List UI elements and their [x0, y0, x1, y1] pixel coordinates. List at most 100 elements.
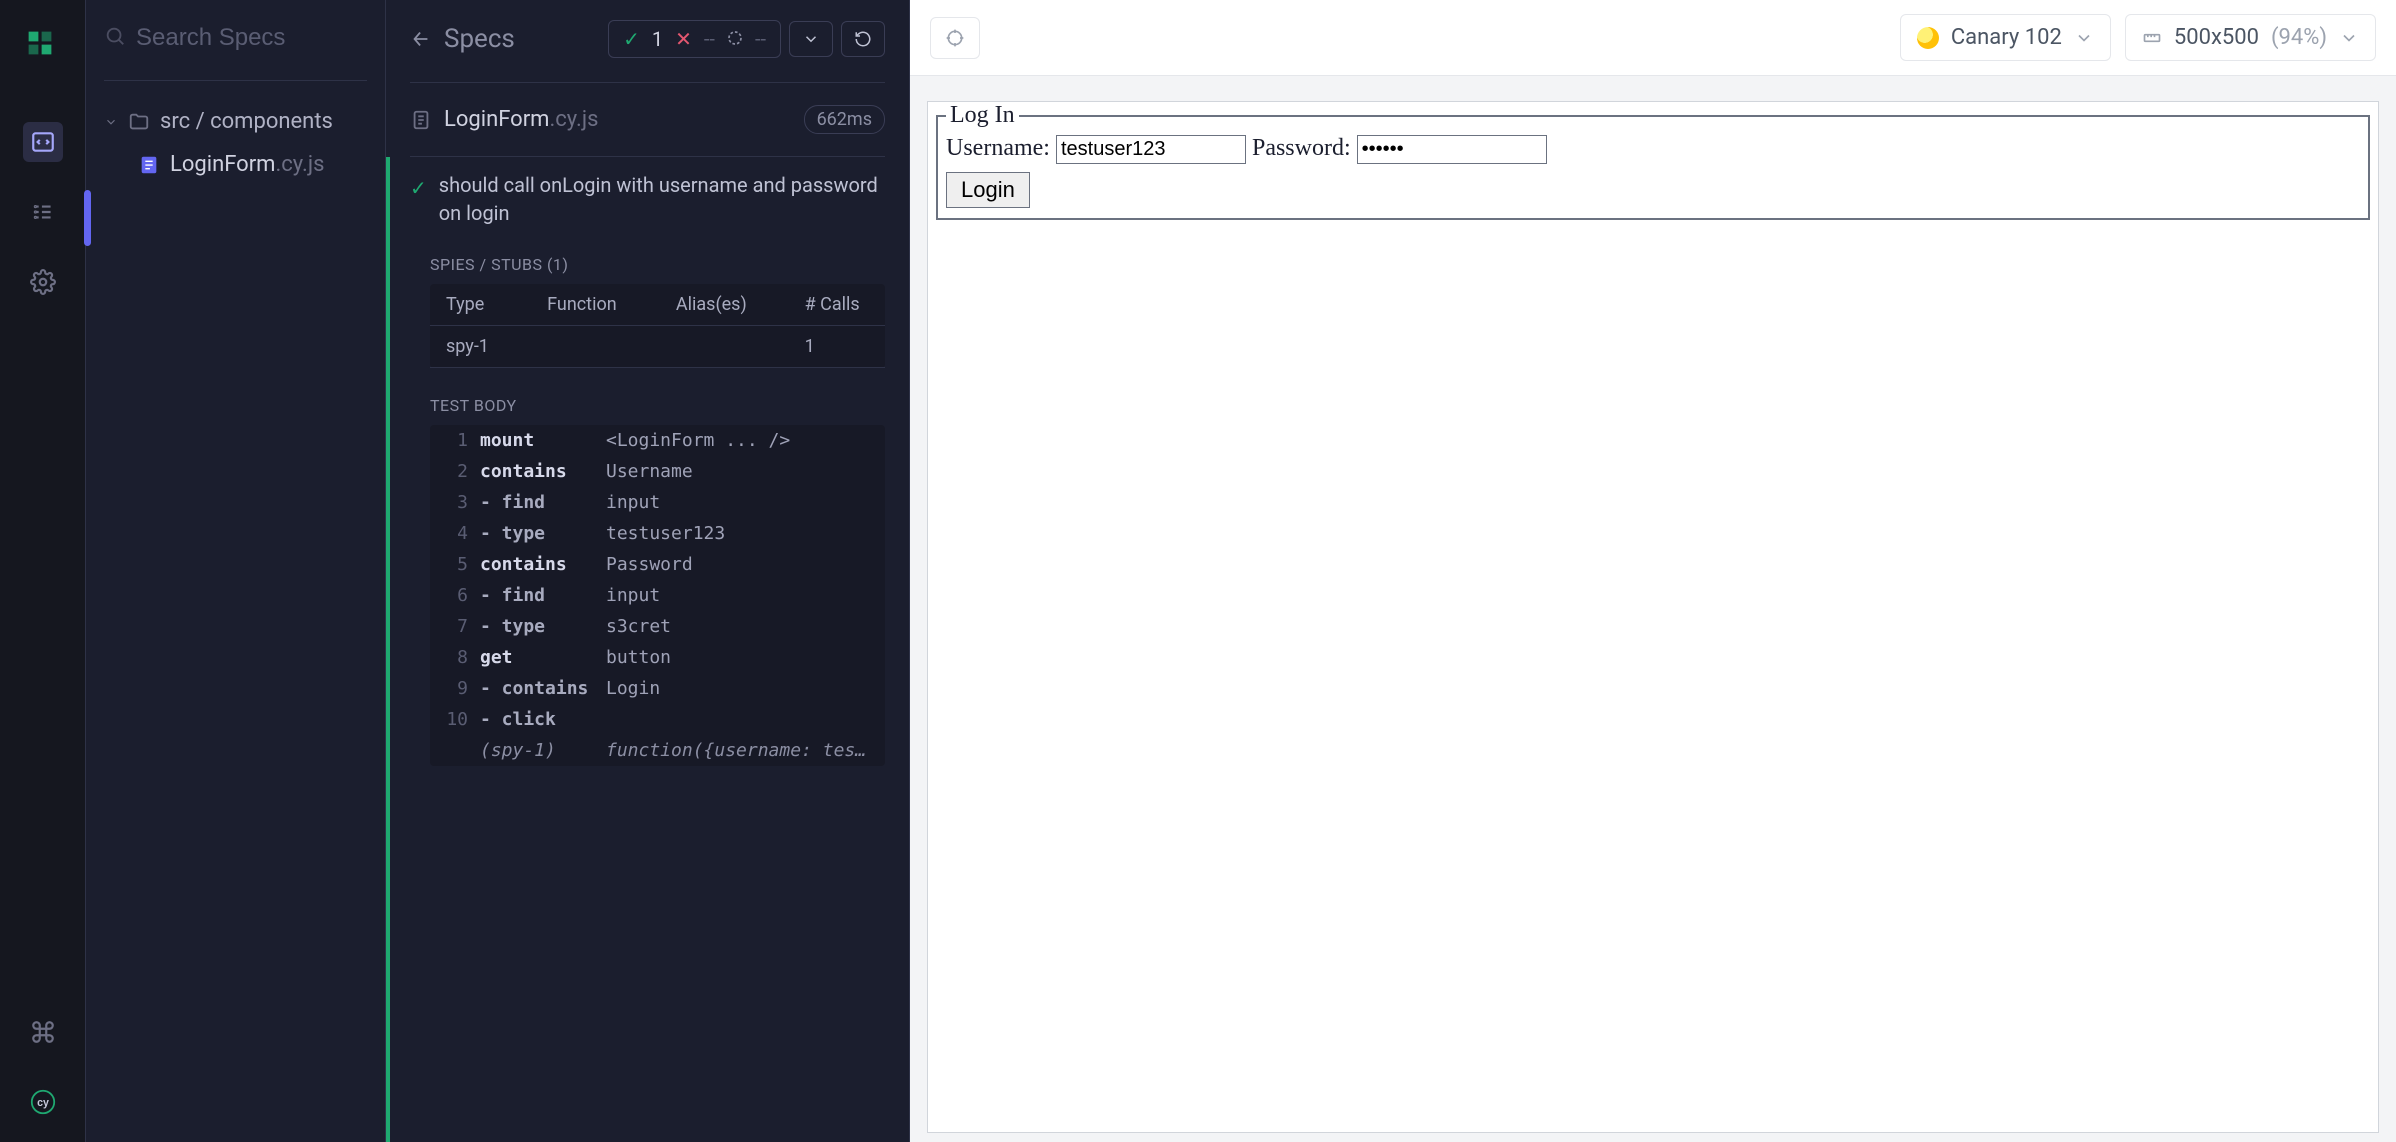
svg-text:cy: cy — [37, 1097, 49, 1109]
cmd-name: contains — [480, 554, 600, 575]
test-title-row[interactable]: ✓ should call onLogin with username and … — [410, 157, 885, 241]
spec-title: LoginForm.cy.js — [410, 107, 598, 132]
login-fieldset: Log In Username: Password: Login — [936, 102, 2370, 220]
password-input[interactable] — [1357, 135, 1547, 164]
cmd-name: - type — [480, 616, 600, 637]
cmd-name: get — [480, 647, 600, 668]
command-row[interactable]: 6 - find input — [430, 580, 885, 611]
cmd-number: 7 — [440, 616, 474, 637]
command-row[interactable]: (spy-1) function({username: testuser123… — [430, 735, 885, 766]
cmd-arg: Password — [606, 554, 875, 575]
cmd-arg: s3cret — [606, 616, 875, 637]
duration-badge: 662ms — [804, 105, 885, 134]
command-row[interactable]: 9- containsLogin — [430, 673, 885, 704]
nav-runs[interactable] — [23, 192, 63, 232]
cmd-arg: button — [606, 647, 875, 668]
passed-count: 1 — [652, 27, 663, 51]
test-title: should call onLogin with username and pa… — [439, 171, 885, 227]
browser-selector[interactable]: Canary 102 — [1900, 14, 2111, 61]
scale-label: (94%) — [2271, 25, 2327, 50]
pending-count: -- — [755, 27, 766, 51]
cmd-number: 3 — [440, 492, 474, 513]
command-row[interactable]: 7 - type s3cret — [430, 611, 885, 642]
cmd-number: 10 — [440, 709, 474, 730]
selector-playground-button[interactable] — [930, 17, 980, 59]
cmd-name: - find — [480, 492, 600, 513]
th-func: Function — [547, 294, 676, 315]
table-row[interactable]: spy-11 — [430, 326, 885, 368]
cmd-arg: function({username: testuser123… — [606, 740, 875, 761]
specs-breadcrumb[interactable]: Specs — [410, 24, 515, 54]
spec-list-panel: src / components LoginForm.cy.js — [86, 0, 386, 1142]
cmd-name: - find — [480, 585, 600, 606]
cell-func — [547, 336, 676, 357]
search-icon — [104, 25, 126, 51]
cmd-arg: Login — [606, 678, 875, 699]
spies-section-label: SPIES / STUBS (1) — [410, 241, 885, 284]
cmd-name: (spy-1) — [480, 740, 600, 761]
cmd-name: - type — [480, 523, 600, 544]
rerun-button[interactable] — [841, 21, 885, 57]
command-row[interactable]: 5 contains Password — [430, 549, 885, 580]
tree-file[interactable]: LoginForm.cy.js — [98, 142, 373, 187]
x-icon: ✕ — [675, 27, 692, 51]
back-arrow-icon — [410, 28, 432, 50]
nav-specs[interactable] — [23, 122, 63, 162]
pending-icon — [727, 27, 743, 51]
spec-file-icon — [138, 154, 160, 176]
cypress-logo-icon — [27, 30, 59, 62]
cmd-number: 8 — [440, 647, 474, 668]
cmd-number: 4 — [440, 523, 474, 544]
chevron-down-icon — [2074, 28, 2094, 48]
login-button[interactable]: Login — [946, 172, 1030, 208]
document-icon — [410, 109, 432, 131]
canary-icon — [1917, 27, 1939, 49]
nav-settings[interactable] — [23, 262, 63, 302]
crosshair-icon — [945, 28, 965, 48]
chevron-down-icon — [104, 115, 118, 129]
cmd-number: 1 — [440, 430, 474, 451]
check-icon: ✓ — [410, 174, 427, 202]
command-row[interactable]: 1 mount <LoginForm ... /> — [430, 425, 885, 456]
test-stats: ✓ 1 ✕ -- -- — [608, 20, 781, 58]
ruler-icon — [2142, 28, 2162, 48]
cell-type: spy-1 — [446, 336, 547, 357]
cmd-arg: input — [606, 492, 875, 513]
viewport-selector[interactable]: 500x500 (94%) — [2125, 14, 2376, 61]
cmd-arg: input — [606, 585, 875, 606]
cypress-badge-icon[interactable]: cy — [23, 1082, 63, 1122]
cmd-name: mount — [480, 430, 600, 451]
command-row[interactable]: 3 - find input — [430, 487, 885, 518]
cmd-arg: testuser123 — [606, 523, 875, 544]
aut-iframe: Log In Username: Password: Login — [928, 102, 2378, 1132]
folder-icon — [128, 111, 150, 133]
reporter-panel: Specs ✓ 1 ✕ -- -- LoginForm.cy. — [386, 0, 910, 1142]
cmd-name: - click — [480, 709, 600, 730]
cmd-number: 6 — [440, 585, 474, 606]
failed-count: -- — [704, 27, 715, 51]
cmd-arg: <LoginForm ... /> — [606, 430, 875, 451]
th-alias: Alias(es) — [676, 294, 805, 315]
nav-keyboard-shortcuts[interactable] — [23, 1012, 63, 1052]
command-log: 1 mount <LoginForm ... /> 2containsUsername… — [430, 425, 885, 766]
username-label: Username: — [946, 135, 1050, 161]
command-row[interactable]: 10 - click — [430, 704, 885, 735]
viewport-label: 500x500 — [2174, 25, 2259, 50]
cmd-number: 2 — [440, 461, 474, 482]
username-input[interactable] — [1056, 135, 1246, 164]
tree-folder[interactable]: src / components — [98, 101, 373, 142]
aut-panel: Canary 102 500x500 (94%) Log In Username… — [910, 0, 2396, 1142]
spies-table: Type Function Alias(es) # Calls spy-11 — [430, 284, 885, 368]
folder-label: src / components — [160, 109, 333, 134]
command-row[interactable]: 2containsUsername — [430, 456, 885, 487]
th-calls: # Calls — [805, 294, 869, 315]
cmd-number: 5 — [440, 554, 474, 575]
command-row[interactable]: 4 - type testuser123 — [430, 518, 885, 549]
th-type: Type — [446, 294, 547, 315]
command-row[interactable]: 8 get button — [430, 642, 885, 673]
testbody-section-label: TEST BODY — [410, 382, 885, 425]
chevron-down-icon — [2339, 28, 2359, 48]
file-ext: .cy.js — [275, 152, 324, 177]
nav-active-indicator — [84, 190, 91, 246]
expand-collapse-button[interactable] — [789, 21, 833, 57]
